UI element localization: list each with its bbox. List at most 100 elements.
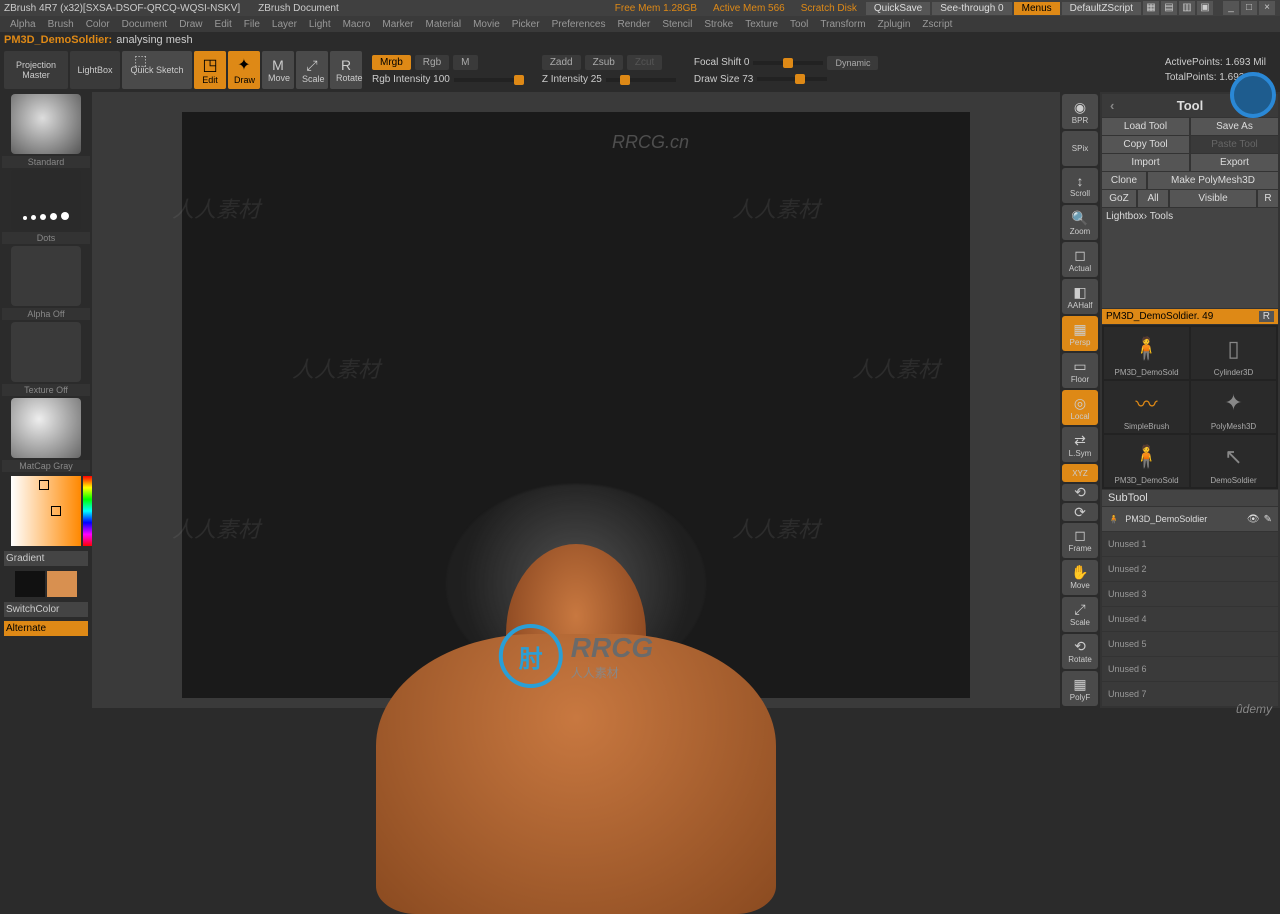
projection-master-button[interactable]: Projection Master [4, 51, 68, 89]
bpr-button[interactable]: ◉BPR [1062, 94, 1098, 129]
lsym-button[interactable]: ⇄L.Sym [1062, 427, 1098, 462]
primary-color[interactable] [47, 571, 77, 597]
subtool-item[interactable]: Unused 3 [1102, 582, 1278, 606]
menu-macro[interactable]: Macro [337, 19, 377, 30]
paste-tool-button[interactable]: Paste Tool [1191, 136, 1278, 153]
canvas[interactable] [182, 112, 970, 698]
material-swatch[interactable] [11, 398, 81, 458]
zsub-button[interactable]: Zsub [585, 55, 623, 70]
m-button[interactable]: M [453, 55, 477, 70]
polyf-button[interactable]: ▦PolyF [1062, 671, 1098, 706]
menu-movie[interactable]: Movie [467, 19, 506, 30]
menu-color[interactable]: Color [80, 19, 116, 30]
goz-all-button[interactable]: All [1138, 190, 1168, 207]
xyz-button[interactable]: XYZ [1062, 464, 1098, 482]
persp-button[interactable]: ▦Persp [1062, 316, 1098, 351]
goz-r-button[interactable]: R [1258, 190, 1278, 207]
menu-texture[interactable]: Texture [739, 19, 784, 30]
menu-file[interactable]: File [238, 19, 266, 30]
frame-button[interactable]: ◻Frame [1062, 523, 1098, 558]
rot1-button[interactable]: ⟲ [1062, 484, 1098, 502]
edit-button[interactable]: ◳Edit [194, 51, 226, 89]
menu-tool[interactable]: Tool [784, 19, 814, 30]
active-tool-name[interactable]: PM3D_DemoSoldier. 49 [1106, 311, 1213, 322]
subtool-item[interactable]: Unused 6 [1102, 657, 1278, 681]
texture-swatch[interactable] [11, 322, 81, 382]
rgb-intensity-slider[interactable] [454, 78, 524, 82]
scale-button[interactable]: ⤢Scale [296, 51, 328, 89]
import-button[interactable]: Import [1102, 154, 1189, 171]
spix-button[interactable]: SPix [1062, 131, 1098, 166]
draw-size-slider[interactable] [757, 77, 827, 81]
menu-stroke[interactable]: Stroke [698, 19, 739, 30]
viewport[interactable]: RRCG.cn 人人素材 人人素材 人人素材 人人素材 人人素材 人人素材 肘 … [92, 92, 1060, 708]
menu-document[interactable]: Document [116, 19, 174, 30]
layout-icon[interactable]: ▦ [1143, 1, 1159, 15]
defaultzscript-button[interactable]: DefaultZScript [1062, 2, 1141, 15]
subtool-header[interactable]: SubTool [1102, 490, 1278, 506]
export-button[interactable]: Export [1191, 154, 1278, 171]
secondary-color[interactable] [15, 571, 45, 597]
alpha-swatch[interactable] [11, 246, 81, 306]
tool-thumb[interactable]: 〰SimpleBrush [1104, 381, 1189, 433]
goz-visible-button[interactable]: Visible [1170, 190, 1256, 207]
tool-r-button[interactable]: R [1259, 311, 1274, 322]
layout2-icon[interactable]: ▤ [1161, 1, 1177, 15]
layout4-icon[interactable]: ▣ [1197, 1, 1213, 15]
draw-button[interactable]: ✦Draw [228, 51, 260, 89]
tool-thumb[interactable]: 🧍PM3D_DemoSold [1104, 327, 1189, 379]
menu-zscript[interactable]: Zscript [916, 19, 958, 30]
lightbox-button[interactable]: LightBox [70, 51, 120, 89]
maximize-icon[interactable]: □ [1241, 1, 1257, 15]
actual-button[interactable]: ◻Actual [1062, 242, 1098, 277]
clone-button[interactable]: Clone [1102, 172, 1146, 189]
eye-icon[interactable]: 👁 [1247, 514, 1260, 525]
zadd-button[interactable]: Zadd [542, 55, 581, 70]
menu-picker[interactable]: Picker [506, 19, 546, 30]
subtool-item[interactable]: Unused 4 [1102, 607, 1278, 631]
menu-edit[interactable]: Edit [209, 19, 238, 30]
menu-marker[interactable]: Marker [376, 19, 419, 30]
menu-preferences[interactable]: Preferences [546, 19, 612, 30]
layout3-icon[interactable]: ▥ [1179, 1, 1195, 15]
floor-button[interactable]: ▭Floor [1062, 353, 1098, 388]
color-picker-handle-a[interactable] [39, 480, 49, 490]
quicksketch-button[interactable]: Quick Sketch [122, 51, 192, 89]
rgb-button[interactable]: Rgb [415, 55, 449, 70]
menu-light[interactable]: Light [303, 19, 337, 30]
rotate-nav-button[interactable]: ⟲Rotate [1062, 634, 1098, 669]
gradient-button[interactable]: Gradient [4, 551, 88, 566]
color-picker-handle-b[interactable] [51, 506, 61, 516]
menus-button[interactable]: Menus [1014, 2, 1060, 15]
tool-thumb[interactable]: ↖DemoSoldier [1191, 435, 1276, 487]
mrgb-button[interactable]: Mrgb [372, 55, 411, 70]
tool-thumb[interactable]: ✦PolyMesh3D [1191, 381, 1276, 433]
rot2-button[interactable]: ⟳ [1062, 503, 1098, 521]
subtool-item[interactable]: Unused 1 [1102, 532, 1278, 556]
move-nav-button[interactable]: ✋Move [1062, 560, 1098, 595]
menu-alpha[interactable]: Alpha [4, 19, 42, 30]
dynamic-button[interactable]: Dynamic [827, 56, 878, 70]
z-intensity-slider[interactable] [606, 78, 676, 82]
zoom-button[interactable]: 🔍Zoom [1062, 205, 1098, 240]
rotate-button[interactable]: RRotate [330, 51, 362, 89]
quicksave-button[interactable]: QuickSave [866, 2, 930, 15]
local-button[interactable]: ◎Local [1062, 390, 1098, 425]
menu-material[interactable]: Material [420, 19, 468, 30]
menu-layer[interactable]: Layer [266, 19, 303, 30]
switchcolor-button[interactable]: SwitchColor [4, 602, 88, 617]
make-polymesh-button[interactable]: Make PolyMesh3D [1148, 172, 1278, 189]
subtool-item[interactable]: Unused 5 [1102, 632, 1278, 656]
zcut-button[interactable]: Zcut [627, 55, 662, 70]
tool-thumb[interactable]: ▯Cylinder3D [1191, 327, 1276, 379]
menu-stencil[interactable]: Stencil [656, 19, 698, 30]
avatar[interactable] [1230, 72, 1276, 118]
lightbox-tools-button[interactable]: Lightbox› Tools [1102, 208, 1278, 308]
scroll-button[interactable]: ↕Scroll [1062, 168, 1098, 203]
aahalf-button[interactable]: ◧AAHalf [1062, 279, 1098, 314]
menu-render[interactable]: Render [612, 19, 657, 30]
copy-tool-button[interactable]: Copy Tool [1102, 136, 1189, 153]
scale-nav-button[interactable]: ⤢Scale [1062, 597, 1098, 632]
load-tool-button[interactable]: Load Tool [1102, 118, 1189, 135]
brush-swatch[interactable] [11, 94, 81, 154]
